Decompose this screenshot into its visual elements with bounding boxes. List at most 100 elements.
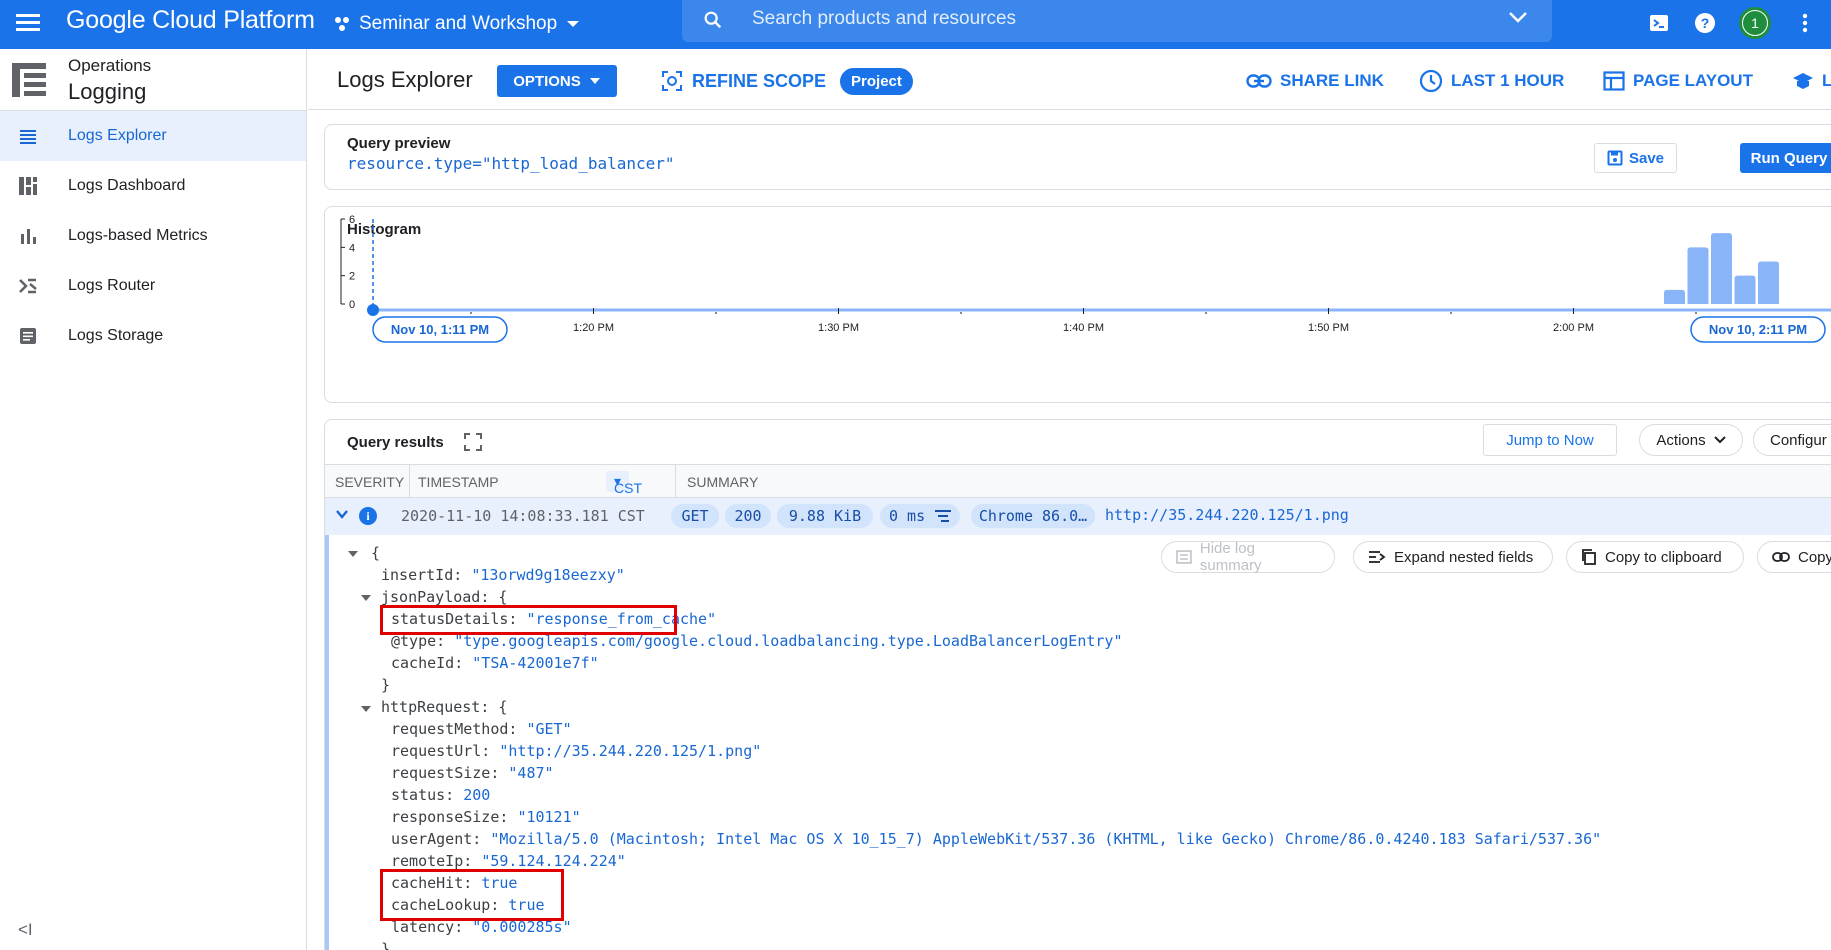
table-row[interactable]: i 2020-11-10 14:08:33.181 CST GET 200 9.… xyxy=(325,498,1831,535)
json-line-request-method: requestMethod: "GET" xyxy=(391,720,572,739)
status-chip[interactable]: 200 xyxy=(725,504,771,528)
brand-name[interactable]: Google Cloud Platform xyxy=(66,6,315,35)
sidebar-item-logs-dashboard[interactable]: Logs Dashboard xyxy=(0,161,306,211)
avatar[interactable]: 1 xyxy=(1739,7,1771,39)
timezone-selector[interactable]: CST ▾ xyxy=(606,471,642,496)
jump-to-now-button[interactable]: Jump to Now xyxy=(1483,424,1617,456)
chevron-down-icon[interactable] xyxy=(1508,10,1528,24)
latency-chip[interactable]: 0 ms xyxy=(880,504,960,528)
dashboard-icon xyxy=(19,177,37,195)
copy-to-clipboard-label: Copy to clipboard xyxy=(1605,548,1722,566)
layout-icon xyxy=(1603,71,1625,91)
copy-link-button[interactable]: Copy l xyxy=(1757,541,1831,573)
json-line-request-url: requestUrl: "http://35.244.220.125/1.png… xyxy=(391,742,761,761)
json-value: "Mozilla/5.0 (Macintosh; Intel Mac OS X … xyxy=(490,830,1602,848)
sidebar-item-logs-router[interactable]: Logs Router xyxy=(0,261,306,311)
json-value: "10121" xyxy=(517,808,581,826)
expand-icon xyxy=(1369,551,1386,563)
y-tick-label: 0 xyxy=(349,299,355,311)
configure-button[interactable]: Configur xyxy=(1753,424,1831,456)
top-actions: ? 1 xyxy=(1647,7,1831,39)
school-icon xyxy=(1793,73,1813,89)
save-button[interactable]: Save xyxy=(1594,143,1677,173)
user-agent-chip[interactable]: Chrome 86.0… xyxy=(971,504,1095,528)
query-text[interactable]: resource.type="http_load_balancer" xyxy=(347,154,675,173)
copy-icon xyxy=(1582,549,1596,565)
sidebar-item-logs-storage[interactable]: Logs Storage xyxy=(0,311,306,361)
histogram-bar xyxy=(1758,261,1779,304)
range-end-label: Nov 10, 2:11 PM xyxy=(1709,322,1807,337)
share-link-button[interactable]: SHARE LINK xyxy=(1246,65,1384,97)
sidebar-item-label: Logs Dashboard xyxy=(68,177,186,194)
options-button[interactable]: OPTIONS xyxy=(497,65,617,97)
column-severity[interactable]: SEVERITY xyxy=(335,474,404,490)
collapse-sidebar-icon[interactable]: <I xyxy=(18,920,33,940)
summary-icon xyxy=(1176,550,1192,564)
method-chip[interactable]: GET xyxy=(671,504,719,528)
fullscreen-icon[interactable] xyxy=(463,432,483,452)
json-key: requestUrl: xyxy=(391,742,500,760)
chevron-down-icon[interactable] xyxy=(335,507,349,521)
logs-toolbar: Logs Explorer OPTIONS REFINE SCOPE Proje… xyxy=(308,49,1831,110)
x-tick-label: 2:00 PM xyxy=(1553,322,1594,334)
actions-label: Actions xyxy=(1656,431,1706,449)
scope-chip[interactable]: Project xyxy=(840,67,913,95)
page-layout-button[interactable]: PAGE LAYOUT xyxy=(1603,65,1753,97)
clock-icon xyxy=(1419,69,1443,93)
histogram-bar xyxy=(1664,289,1685,304)
timezone-label: CST xyxy=(614,480,642,496)
json-close: } xyxy=(381,676,391,694)
expand-nested-fields-button[interactable]: Expand nested fields xyxy=(1353,541,1553,573)
histogram-chart[interactable]: 6 4 2 0 1:20 PM 1:30 PM 1:40 PM 1:50 PM 2:00 PM N… xyxy=(325,207,1831,404)
hide-log-summary-button[interactable]: Hide log summary xyxy=(1161,540,1335,574)
minor-tick-dot xyxy=(1695,312,1697,314)
json-value: "59.124.124.224" xyxy=(481,852,626,870)
actions-button[interactable]: Actions xyxy=(1639,424,1743,456)
page-title: Logs Explorer xyxy=(337,67,473,92)
sidebar-item-label: Logs Router xyxy=(68,277,156,294)
cloud-shell-icon[interactable] xyxy=(1647,11,1671,35)
time-range-label: LAST 1 HOUR xyxy=(1451,71,1565,90)
sidebar-header: Operations Logging xyxy=(0,49,306,111)
options-label: OPTIONS xyxy=(513,72,581,90)
json-value: "487" xyxy=(508,764,554,782)
highlight-box-cache xyxy=(380,869,564,921)
more-vert-icon[interactable] xyxy=(1793,11,1817,35)
truncated-toolbar-button[interactable]: LI xyxy=(1792,65,1831,97)
minor-tick-dot xyxy=(1450,312,1452,314)
top-app-bar: Google Cloud Platform Seminar and Worksh… xyxy=(0,0,1831,49)
router-icon xyxy=(19,278,37,294)
run-query-button[interactable]: Run Query xyxy=(1740,143,1831,173)
dropdown-arrow-icon xyxy=(567,21,580,27)
project-picker[interactable]: Seminar and Workshop xyxy=(333,8,581,40)
row-url[interactable]: http://35.244.220.125/1.png xyxy=(1105,506,1349,524)
json-key: insertId: xyxy=(381,566,472,584)
logging-logo-icon xyxy=(12,63,46,97)
minor-tick-dot xyxy=(960,312,962,314)
chevron-down-icon xyxy=(1713,436,1726,444)
sidebar-item-logs-explorer[interactable]: Logs Explorer xyxy=(0,111,306,161)
search-placeholder: Search products and resources xyxy=(752,8,1017,29)
link-icon xyxy=(1246,74,1272,88)
copy-to-clipboard-button[interactable]: Copy to clipboard xyxy=(1566,541,1744,573)
search-bar[interactable]: Search products and resources xyxy=(682,0,1552,42)
project-name: Seminar and Workshop xyxy=(359,13,558,34)
menu-icon[interactable] xyxy=(14,10,42,38)
sidebar-section: Operations xyxy=(68,56,152,75)
truncated-label: LI xyxy=(1822,71,1831,90)
collapse-toggle-icon[interactable] xyxy=(348,551,358,557)
json-value: 200 xyxy=(463,786,491,804)
y-tick-label: 6 xyxy=(349,214,355,226)
copy-link-label: Copy l xyxy=(1798,548,1831,566)
refine-scope-button[interactable]: REFINE SCOPE Project xyxy=(660,65,913,97)
collapse-toggle-icon[interactable] xyxy=(361,595,371,601)
json-open: { xyxy=(371,544,381,562)
help-icon[interactable]: ? xyxy=(1693,11,1717,35)
row-timestamp: 2020-11-10 14:08:33.181 CST xyxy=(401,507,645,525)
sidebar-item-logs-based-metrics[interactable]: Logs-based Metrics xyxy=(0,211,306,261)
time-range-button[interactable]: LAST 1 HOUR xyxy=(1419,65,1564,97)
save-label: Save xyxy=(1628,149,1665,167)
collapse-toggle-icon[interactable] xyxy=(361,706,371,712)
size-chip[interactable]: 9.88 KiB xyxy=(777,504,873,528)
column-timestamp[interactable]: TIMESTAMP xyxy=(418,474,499,490)
